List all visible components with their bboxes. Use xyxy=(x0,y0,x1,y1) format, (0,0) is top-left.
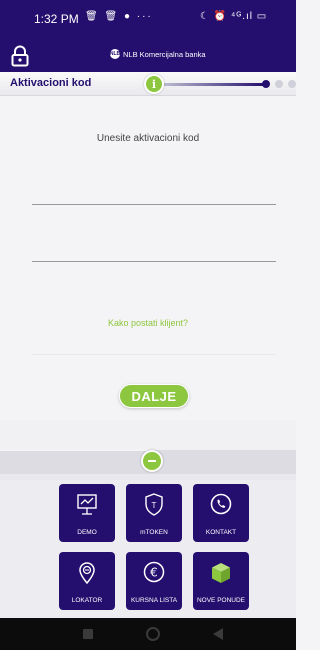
collapse-menu-button[interactable] xyxy=(141,450,163,472)
tile-label: NOVE PONUDE xyxy=(196,597,246,604)
svg-text:€: € xyxy=(150,566,158,580)
presentation-icon xyxy=(77,494,97,515)
activation-code-field-2[interactable] xyxy=(32,261,276,262)
step-title: Aktivacioni kod xyxy=(10,77,92,89)
become-client-link[interactable]: Kako postati klijent? xyxy=(0,318,296,328)
status-bar: 1:32 PM 🗑 🗑 ● ··· ☾ ⏰ ⁴ᴳ.ıl ▭ xyxy=(0,0,296,38)
nlb-logo-icon: NLB xyxy=(109,49,121,59)
svg-text:T: T xyxy=(152,501,157,510)
tile-demo[interactable]: DEMO xyxy=(59,484,115,542)
shield-token-icon: T xyxy=(145,493,163,516)
system-status-icons: ☾ ⏰ ⁴ᴳ.ıl ▭ xyxy=(200,11,268,22)
recent-apps-icon[interactable] xyxy=(83,629,93,639)
tile-label: KURSNA LISTA xyxy=(130,597,178,604)
tile-label: KONTAKT xyxy=(205,529,237,536)
system-nav-bar xyxy=(0,618,296,650)
tile-kursna-lista[interactable]: € KURSNA LISTA xyxy=(126,552,182,610)
next-button[interactable]: DALJE xyxy=(119,384,189,408)
step-dot-active xyxy=(262,80,270,88)
notification-icons: 🗑 🗑 ● ··· xyxy=(85,11,153,22)
quick-access-panel: DEMO T mTOKEN KONTAKT LOKATOR € KURSNA L… xyxy=(0,480,296,618)
step-dot xyxy=(288,80,296,88)
tile-nove-ponude[interactable]: NOVE PONUDE xyxy=(193,552,249,610)
divider xyxy=(0,449,148,451)
phone-icon xyxy=(210,493,232,515)
tile-label: LOKATOR xyxy=(71,597,103,604)
location-pin-icon xyxy=(79,562,95,585)
step-dot xyxy=(275,80,283,88)
home-icon[interactable] xyxy=(146,627,160,641)
gift-box-icon xyxy=(212,563,230,583)
tile-kontakt[interactable]: KONTAKT xyxy=(193,484,249,542)
step-bar: Aktivacioni kod i xyxy=(0,72,296,96)
activation-code-field-1[interactable] xyxy=(32,204,276,205)
back-icon[interactable] xyxy=(213,628,223,640)
tile-label: DEMO xyxy=(77,529,97,536)
brand-name: NLB Komercijalna banka xyxy=(123,49,206,59)
activation-prompt: Unesite aktivacioni kod xyxy=(96,133,200,144)
lock-icon[interactable] xyxy=(10,45,30,67)
step-progress-line xyxy=(164,83,264,86)
status-time: 1:32 PM xyxy=(34,12,79,26)
info-icon[interactable]: i xyxy=(144,74,164,94)
app-header: NLB NLB Komercijalna banka xyxy=(0,38,296,72)
euro-icon: € xyxy=(143,561,165,583)
divider xyxy=(32,354,276,355)
tile-mtoken[interactable]: T mTOKEN xyxy=(126,484,182,542)
tile-lokator[interactable]: LOKATOR xyxy=(59,552,115,610)
tile-label: mTOKEN xyxy=(140,529,168,536)
brand-logo: NLB NLB Komercijalna banka xyxy=(110,49,206,59)
